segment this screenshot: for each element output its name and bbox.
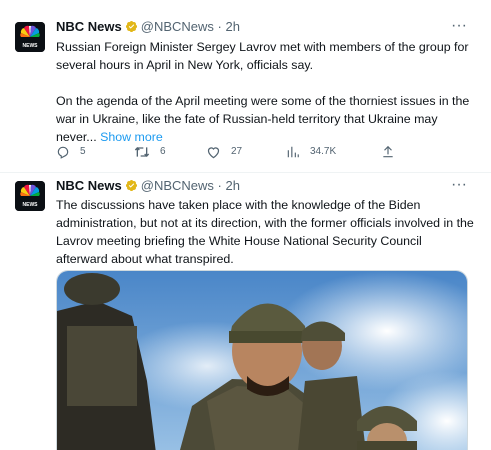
retweet-button[interactable]: 6 xyxy=(134,142,166,162)
tweet-text: The discussions have taken place with th… xyxy=(56,196,476,268)
avatar-label: NEWS xyxy=(23,43,39,49)
views-chart-icon xyxy=(287,146,299,158)
retweet-count: 6 xyxy=(160,146,166,157)
tweet-paragraph: Russian Foreign Minister Sergey Lavrov m… xyxy=(56,40,469,72)
timestamp[interactable]: 2h xyxy=(226,19,240,34)
verified-badge-icon xyxy=(125,179,137,192)
retweet-icon xyxy=(134,147,150,157)
separator-dot: · xyxy=(217,178,222,193)
tweet-text: Russian Foreign Minister Sergey Lavrov m… xyxy=(56,38,476,146)
tweet[interactable]: NEWS NBC News @NBCNews · 2h ··· Russian F… xyxy=(0,0,491,173)
tweet-actions: 5 6 27 34.7K xyxy=(56,142,476,162)
reply-icon xyxy=(57,146,69,159)
author-handle[interactable]: @NBCNews xyxy=(141,19,214,34)
author-handle[interactable]: @NBCNews xyxy=(141,178,214,193)
nbc-avatar[interactable]: NEWS xyxy=(15,181,45,211)
tweet-header: NBC News @NBCNews · 2h xyxy=(56,17,240,37)
reply-count: 5 xyxy=(80,146,86,157)
more-options-icon[interactable]: ··· xyxy=(449,18,469,39)
verified-badge-icon xyxy=(125,20,137,33)
reply-button[interactable]: 5 xyxy=(56,142,86,162)
share-button[interactable] xyxy=(381,142,405,162)
tweet-paragraph: The discussions have taken place with th… xyxy=(56,198,474,266)
views-count: 34.7K xyxy=(310,146,337,157)
heart-icon xyxy=(207,147,220,159)
tweet-header: NBC News @NBCNews · 2h xyxy=(56,176,240,196)
separator-dot: · xyxy=(217,19,222,34)
author-name[interactable]: NBC News xyxy=(56,19,122,34)
tweet[interactable]: NEWS NBC News @NBCNews · 2h ··· The discu… xyxy=(0,172,491,450)
nbc-peacock-logo: NEWS xyxy=(15,181,45,211)
timeline: NEWS NBC News @NBCNews · 2h ··· Russian F… xyxy=(0,0,491,450)
tweet-photo[interactable] xyxy=(56,270,468,450)
tweet-paragraph: On the agenda of the April meeting were … xyxy=(56,92,476,146)
soldiers-photo xyxy=(57,271,467,450)
avatar-label: NEWS xyxy=(23,202,39,208)
nbc-peacock-logo: NEWS xyxy=(15,22,45,52)
share-icon xyxy=(383,145,393,158)
like-button[interactable]: 27 xyxy=(206,142,242,162)
timestamp[interactable]: 2h xyxy=(226,178,240,193)
like-count: 27 xyxy=(231,146,243,157)
nbc-avatar[interactable]: NEWS xyxy=(15,22,45,52)
more-options-icon[interactable]: ··· xyxy=(449,177,469,198)
author-name[interactable]: NBC News xyxy=(56,178,122,193)
views-button[interactable]: 34.7K xyxy=(286,142,336,162)
